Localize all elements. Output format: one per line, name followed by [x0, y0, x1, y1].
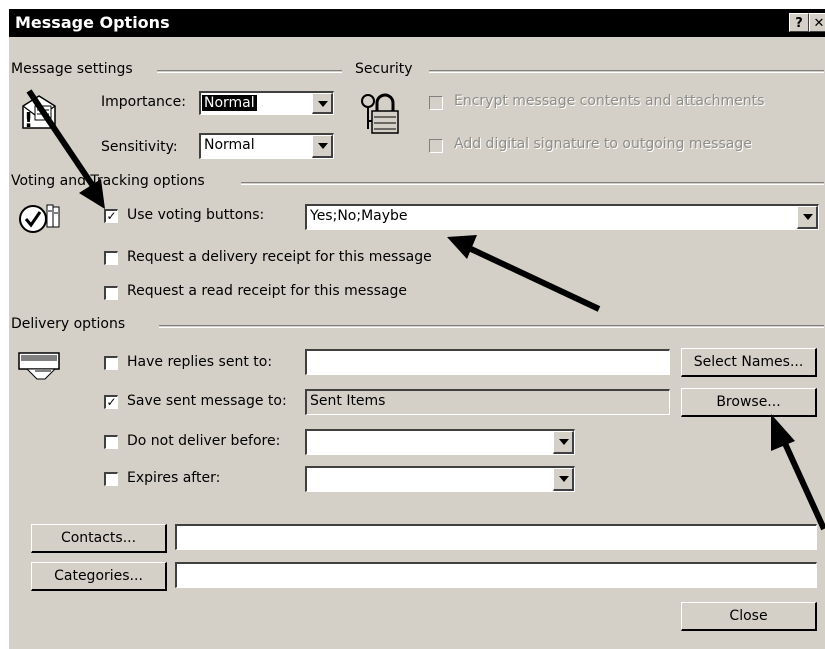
expires-after-label: Expires after:	[127, 470, 221, 486]
encrypt-label: Encrypt message contents and attachments	[454, 93, 765, 109]
arrow-head-icon	[447, 235, 477, 259]
save-sent-label: Save sent message to:	[127, 393, 287, 409]
read-receipt-checkbox[interactable]	[104, 286, 118, 300]
select-names-button[interactable]: Select Names...	[681, 348, 817, 377]
chevron-down-icon[interactable]	[312, 135, 333, 158]
encrypt-checkbox[interactable]	[429, 96, 443, 110]
group-divider	[157, 70, 342, 73]
sensitivity-label: Sensitivity:	[101, 139, 178, 155]
categories-button[interactable]: Categories...	[31, 562, 167, 591]
help-button[interactable]: ?	[789, 13, 809, 32]
lock-key-icon	[361, 93, 399, 134]
svg-text:!: !	[24, 108, 33, 132]
group-divider	[241, 182, 824, 185]
save-sent-checkbox[interactable]: ✓	[104, 395, 118, 409]
message-settings-group-label: Message settings	[11, 61, 133, 77]
sensitivity-value: Normal	[204, 137, 255, 153]
importance-value: Normal	[202, 95, 257, 111]
chevron-down-icon[interactable]	[797, 206, 818, 229]
do-not-deliver-dropdown[interactable]	[305, 429, 575, 455]
voting-choices-combo[interactable]: Yes;No;Maybe	[305, 204, 819, 230]
digital-signature-checkbox[interactable]	[429, 139, 443, 153]
read-receipt-label: Request a read receipt for this message	[127, 283, 408, 299]
close-button[interactable]: Close	[681, 602, 817, 631]
have-replies-input[interactable]	[305, 349, 670, 375]
contacts-button[interactable]: Contacts...	[31, 524, 167, 553]
chevron-down-icon[interactable]	[312, 93, 333, 114]
use-voting-label: Use voting buttons:	[127, 207, 265, 223]
importance-label: Importance:	[101, 94, 186, 110]
arrow-head-icon	[771, 414, 795, 451]
chevron-down-icon[interactable]	[553, 468, 574, 491]
title-bar: Message Options ? ✕	[9, 9, 825, 37]
group-divider	[429, 70, 824, 73]
save-sent-folder-field: Sent Items	[305, 389, 670, 415]
do-not-deliver-checkbox[interactable]	[104, 435, 118, 449]
voting-group-label: Voting and Tracking options	[11, 173, 205, 189]
delivery-receipt-label: Request a delivery receipt for this mess…	[127, 249, 432, 265]
sensitivity-dropdown[interactable]: Normal	[199, 133, 334, 159]
close-window-button[interactable]: ✕	[809, 13, 825, 32]
chevron-down-icon[interactable]	[553, 431, 574, 454]
expires-after-checkbox[interactable]	[104, 472, 118, 486]
group-divider	[159, 325, 824, 328]
security-group-label: Security	[355, 61, 413, 77]
expires-after-dropdown[interactable]	[305, 466, 575, 492]
have-replies-checkbox[interactable]	[104, 356, 118, 370]
browse-button[interactable]: Browse...	[681, 388, 817, 417]
have-replies-label: Have replies sent to:	[127, 354, 273, 370]
message-options-dialog: Message Options ? ✕ Message settings ! I…	[8, 8, 825, 649]
do-not-deliver-label: Do not deliver before:	[127, 433, 281, 449]
window-title: Message Options	[15, 13, 170, 32]
delivery-envelope-icon	[18, 352, 60, 380]
voting-choices-value: Yes;No;Maybe	[310, 208, 408, 224]
use-voting-checkbox[interactable]: ✓	[104, 209, 118, 223]
voting-checkmark-icon	[19, 204, 60, 233]
message-importance-icon: !	[22, 95, 56, 132]
contacts-input[interactable]	[175, 524, 817, 550]
importance-dropdown[interactable]: Normal	[199, 91, 334, 115]
save-sent-value: Sent Items	[310, 393, 386, 409]
categories-input[interactable]	[175, 562, 817, 588]
delivery-group-label: Delivery options	[11, 316, 126, 332]
digital-signature-label: Add digital signature to outgoing messag…	[454, 136, 752, 152]
delivery-receipt-checkbox[interactable]	[104, 251, 118, 265]
